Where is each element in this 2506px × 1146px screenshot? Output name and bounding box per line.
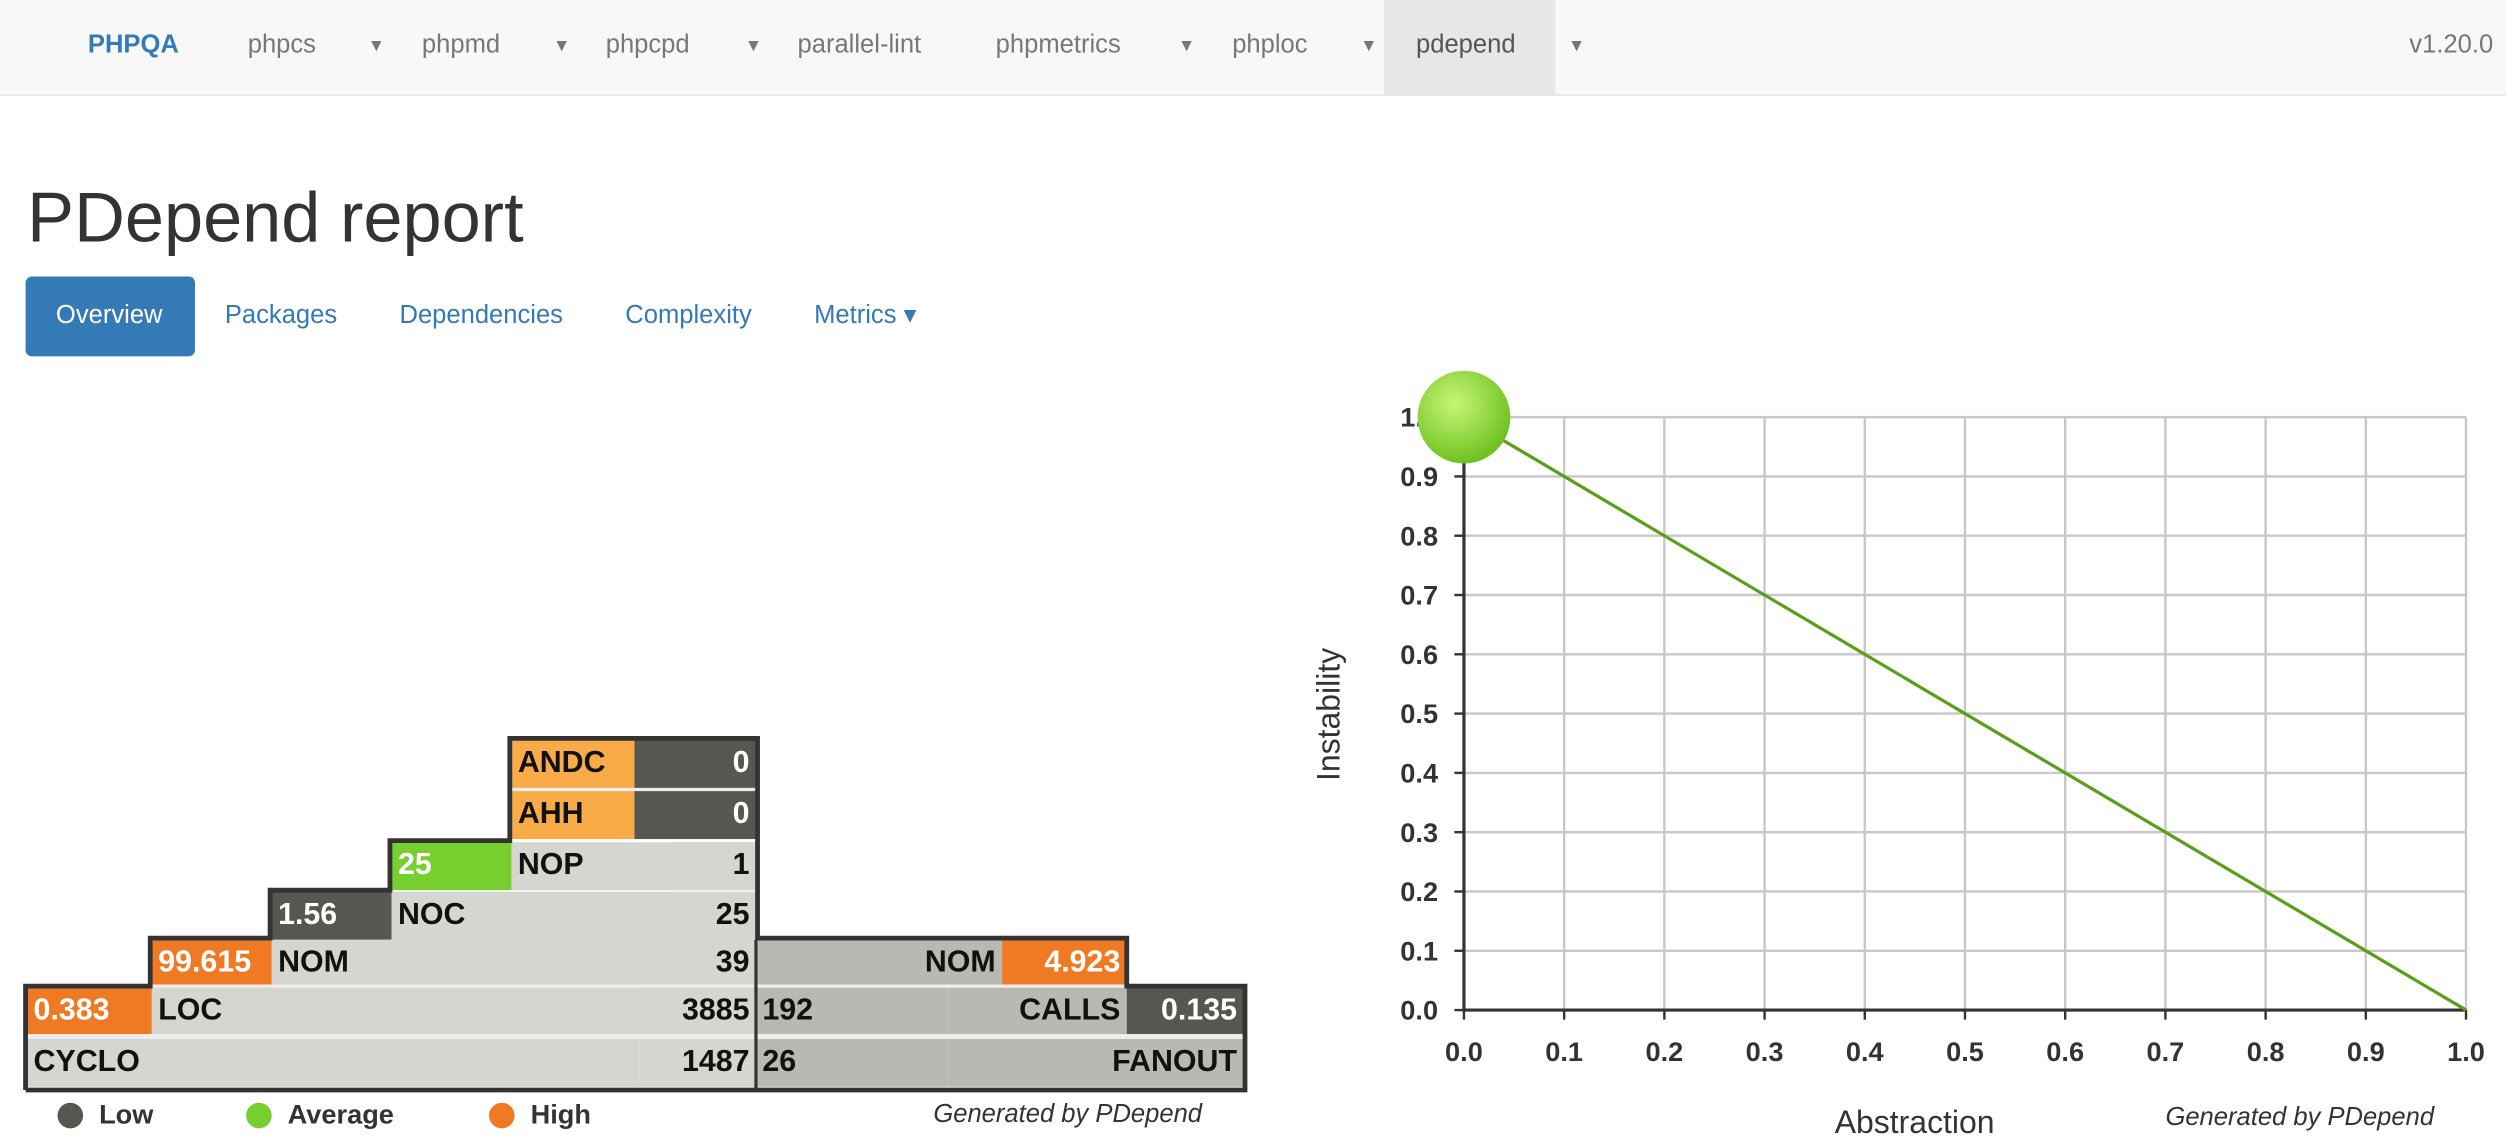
x-tick-label: 0.7 — [2147, 1036, 2185, 1067]
x-tick-label: 0.5 — [1946, 1036, 1984, 1067]
x-tick-label: 0.2 — [1645, 1036, 1683, 1067]
page: PHPQA phpcs ▼ phpmd ▼ phpcpd ▼ parallel-lint ph… — [0, 0, 2506, 1146]
x-tick-label: 0.1 — [1545, 1036, 1583, 1067]
x-axis-label: Abstraction — [1835, 1104, 1995, 1140]
y-tick-label: 0.8 — [1400, 520, 1438, 551]
legend-high: High — [489, 1100, 591, 1132]
y-tick-label: 0.0 — [1400, 995, 1438, 1026]
chart-generated-note: Generated by PDepend — [2165, 1103, 2434, 1131]
high-dot-icon — [489, 1102, 515, 1129]
legend-average-label: Average — [287, 1099, 394, 1130]
pyramid-outline — [23, 735, 1248, 1093]
legend-low: Low — [57, 1099, 154, 1132]
x-tick-label: 0.4 — [1846, 1036, 1884, 1067]
x-tick-label: 0.9 — [2347, 1036, 2385, 1067]
chevron-down-icon[interactable]: ▼ — [1568, 0, 1585, 96]
x-tick-label: 0.6 — [2046, 1036, 2084, 1067]
legend-high-label: High — [530, 1099, 591, 1130]
y-tick-label: 0.7 — [1400, 580, 1438, 611]
low-dot-icon — [57, 1102, 84, 1129]
x-tick-label: 1.0 — [2447, 1036, 2485, 1067]
abstraction-instability-chart: 0.0 0.1 0.2 0.3 0.4 0.5 0.6 0.7 0.8 0.9 1.0 0.0 0.1 0… — [1310, 370, 2485, 1140]
x-tick-label: 0.3 — [1746, 1036, 1784, 1067]
legend-low-label: Low — [99, 1099, 154, 1130]
y-tick-label: 0.5 — [1400, 698, 1438, 729]
y-tick-label: 0.1 — [1400, 935, 1438, 966]
y-tick-label: 0.2 — [1400, 876, 1438, 907]
y-tick-label: 0.3 — [1400, 817, 1438, 848]
pyramid-generated-note: Generated by PDepend — [933, 1101, 1203, 1129]
x-tick-label: 0.0 — [1445, 1036, 1483, 1067]
y-tick-label: 0.9 — [1400, 461, 1438, 492]
y-tick-label: 0.6 — [1400, 639, 1438, 670]
legend-average: Average — [246, 1100, 394, 1132]
y-tick-label: 0.4 — [1400, 757, 1438, 788]
version-label: v1.20.0 — [2409, 31, 2494, 60]
nav-item-pdepend[interactable]: pdepend — [1416, 0, 1516, 96]
x-tick-label: 0.8 — [2247, 1036, 2285, 1067]
chevron-down-icon[interactable]: ▼ — [1360, 0, 1377, 96]
y-axis-label: Instability — [1310, 648, 1346, 781]
average-dot-icon — [246, 1102, 272, 1129]
data-point — [1417, 370, 1511, 464]
